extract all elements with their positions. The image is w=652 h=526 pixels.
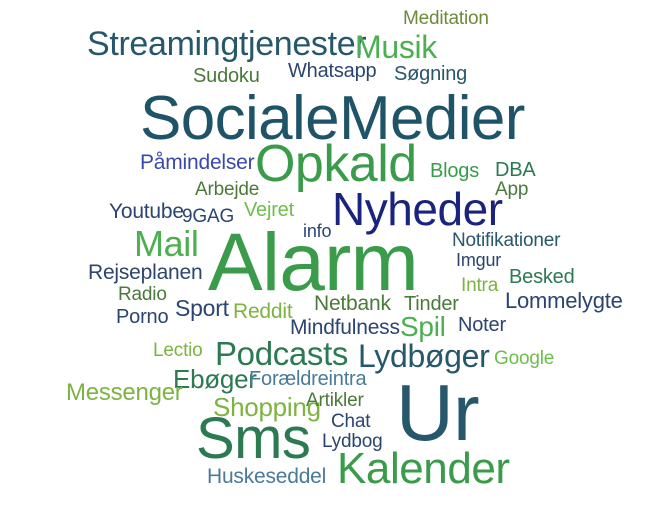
cloud-word: Intra — [461, 275, 499, 296]
cloud-word: Imgur — [456, 250, 502, 270]
cloud-word: Kalender — [337, 444, 510, 493]
cloud-word: Tinder — [404, 293, 459, 315]
cloud-word: Blogs — [430, 160, 480, 182]
cloud-word: Notifikationer — [452, 230, 561, 251]
cloud-word: Porno — [116, 306, 169, 328]
cloud-word: Mail — [134, 223, 199, 264]
cloud-word: Meditation — [403, 8, 489, 29]
cloud-word: Musik — [355, 29, 437, 65]
cloud-word: DBA — [495, 159, 536, 181]
cloud-word: Søgning — [394, 63, 468, 85]
cloud-word: Vejret — [244, 199, 294, 221]
cloud-word: Google — [494, 348, 555, 369]
cloud-word: Ebøger — [173, 364, 257, 394]
cloud-word: Sport — [175, 295, 229, 321]
cloud-word: Rejseplanen — [88, 261, 203, 284]
cloud-word: Whatsapp — [288, 60, 377, 82]
cloud-word: App — [495, 179, 529, 200]
cloud-word: Noter — [458, 314, 506, 336]
cloud-word: Lommelygte — [505, 288, 623, 313]
cloud-word: Spil — [400, 311, 446, 342]
cloud-word: Artikler — [306, 390, 364, 411]
cloud-word: Huskeseddel — [207, 465, 327, 488]
cloud-word: Sudoku — [193, 65, 260, 87]
cloud-word: Ur — [396, 368, 480, 457]
cloud-word: Lectio — [153, 340, 203, 361]
cloud-word: Chat — [331, 411, 371, 432]
word-cloud: Alarm SocialeMedier Ur Opkald Sms Nyheder Kale… — [0, 0, 652, 526]
cloud-word: Messenger — [66, 379, 183, 406]
cloud-word: Nyheder — [332, 183, 503, 235]
cloud-word: Shopping — [213, 392, 321, 422]
cloud-word: Påmindelser — [140, 151, 255, 174]
cloud-word: Reddit — [233, 300, 293, 323]
cloud-word: Mindfulness — [290, 316, 400, 339]
cloud-word: Streamingtjenester — [87, 25, 367, 63]
cloud-word: Lydbog — [322, 431, 383, 452]
cloud-word: info — [303, 221, 332, 241]
cloud-word: Radio — [118, 284, 167, 305]
cloud-word: Forældreintra — [249, 368, 367, 390]
cloud-word: Netbank — [314, 292, 391, 315]
cloud-word: Lydbøger — [358, 338, 490, 374]
cloud-word: Arbejde — [195, 179, 260, 200]
cloud-word: Besked — [509, 266, 575, 288]
cloud-word: 9GAG — [182, 206, 235, 227]
cloud-word: Youtube — [109, 200, 184, 223]
